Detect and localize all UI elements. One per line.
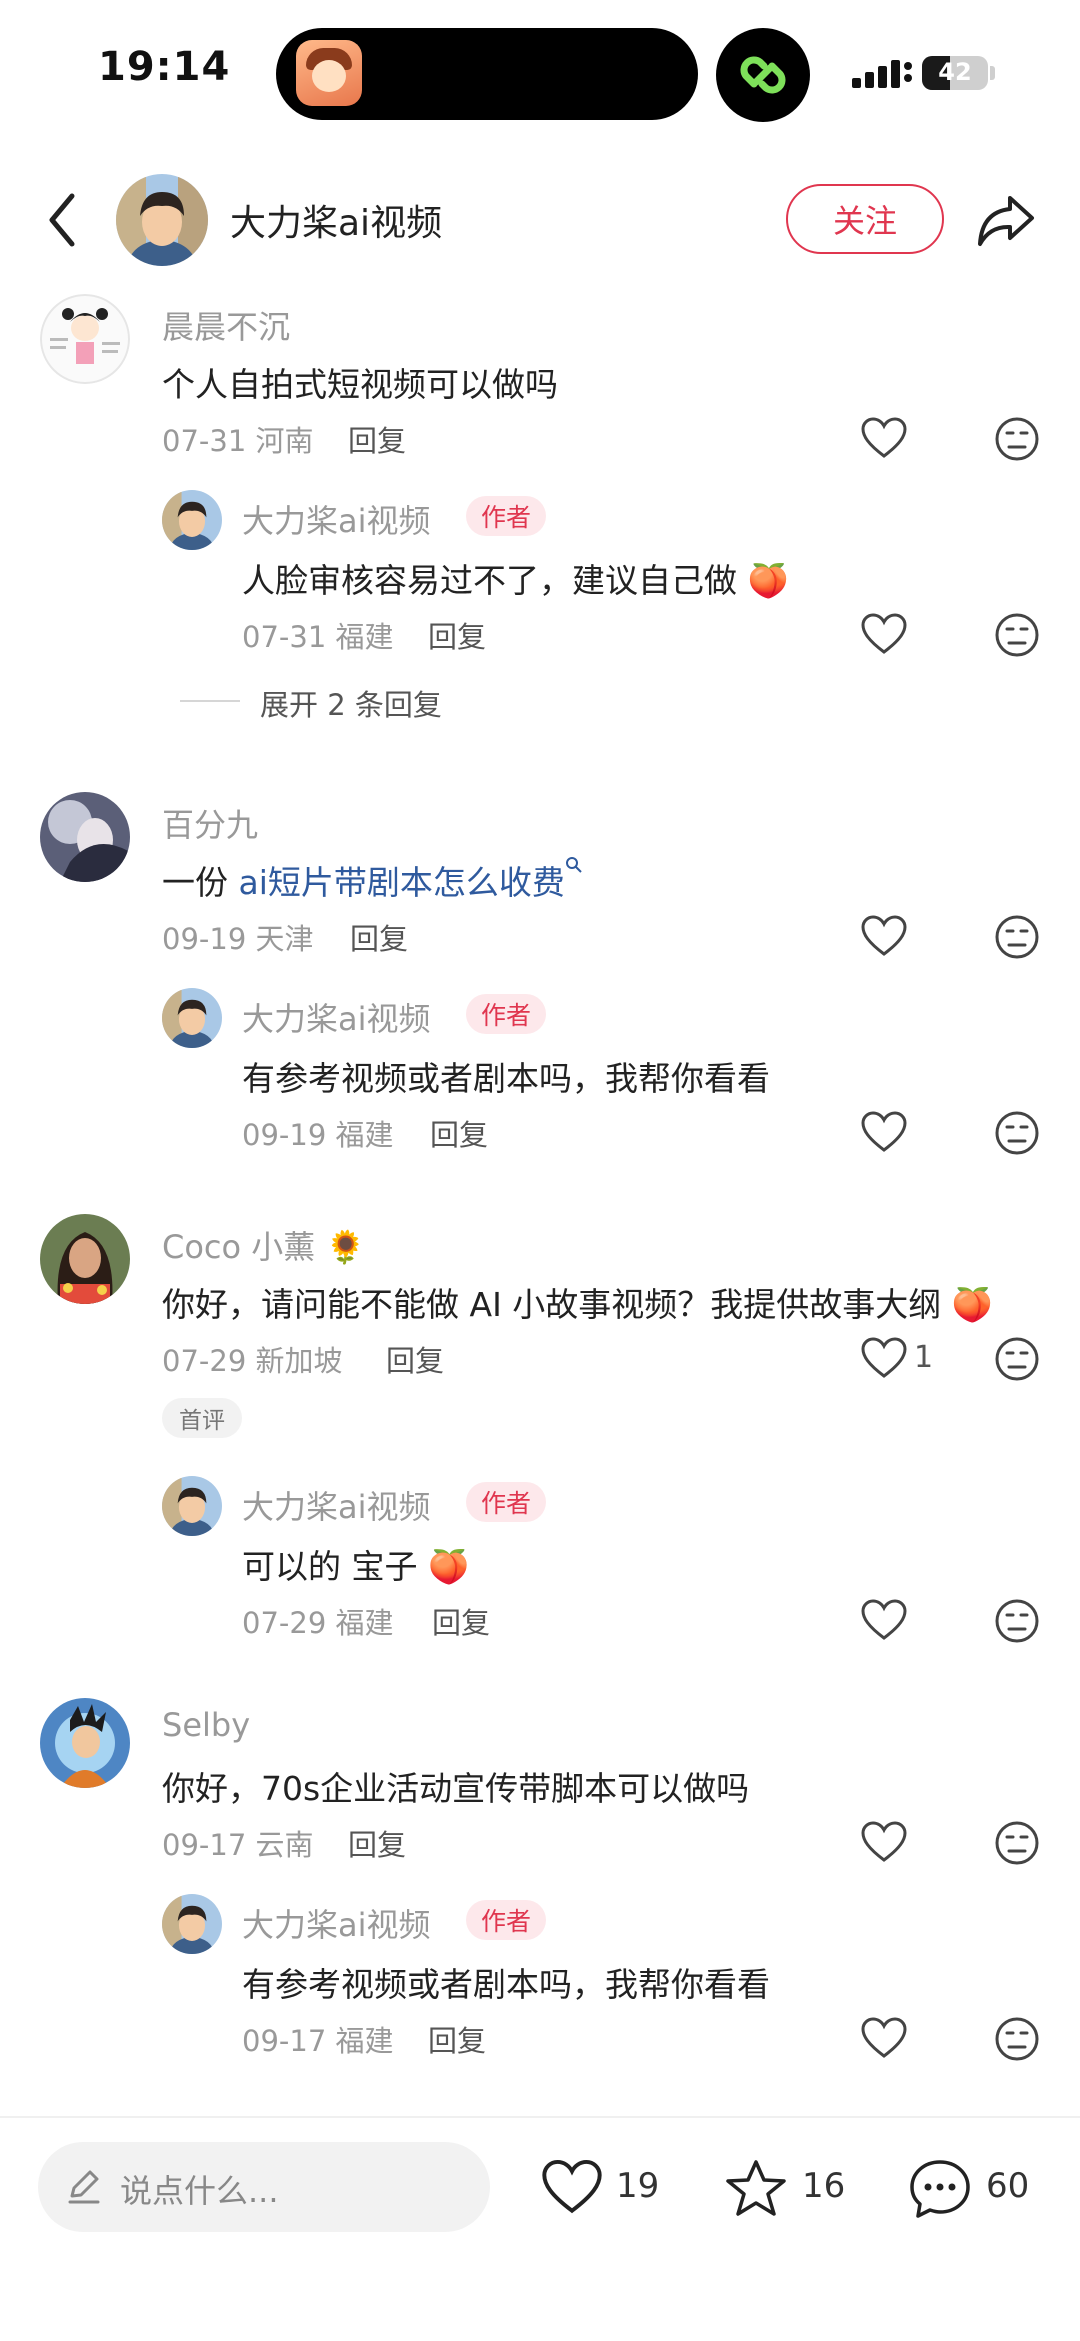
- signal-icon: [852, 60, 912, 88]
- reply-author-name[interactable]: 大力桨ai视频: [242, 1900, 431, 1946]
- dislike-icon[interactable]: [994, 1336, 1040, 1382]
- reply-author-name[interactable]: 大力桨ai视频: [242, 994, 431, 1040]
- reply-author-avatar[interactable]: [162, 1894, 222, 1954]
- reply-text[interactable]: 人脸审核容易过不了，建议自己做 🍑: [242, 554, 789, 602]
- reply-author-avatar[interactable]: [162, 988, 222, 1048]
- reply-text[interactable]: 有参考视频或者剧本吗，我帮你看看: [242, 1052, 770, 1100]
- star-stat[interactable]: 16: [724, 2142, 854, 2232]
- share-icon[interactable]: [974, 190, 1038, 250]
- heart-icon[interactable]: [860, 1820, 908, 1864]
- heart-icon[interactable]: [540, 2158, 604, 2216]
- battery-level: 42: [938, 58, 972, 86]
- dislike-icon[interactable]: [994, 914, 1040, 960]
- star-icon[interactable]: [724, 2158, 788, 2218]
- reply-meta: 07-29 福建: [242, 1606, 394, 1640]
- author-badge: 作者: [466, 1900, 546, 1940]
- comment-icon[interactable]: [908, 2158, 972, 2220]
- reply-text[interactable]: 有参考视频或者剧本吗，我帮你看看: [242, 1958, 770, 2006]
- emoji-icon: 🍑: [737, 561, 789, 600]
- follow-button[interactable]: 关注: [786, 184, 944, 254]
- first-comment-tag: 首评: [162, 1398, 242, 1438]
- heart-icon[interactable]: [860, 612, 908, 656]
- reply-meta: 09-19 福建: [242, 1118, 394, 1152]
- comment-stat[interactable]: 60: [908, 2142, 1048, 2232]
- reply-button[interactable]: 回复: [428, 614, 486, 656]
- heart-icon[interactable]: [860, 2016, 908, 2060]
- dislike-icon[interactable]: [994, 612, 1040, 658]
- reply-author-name[interactable]: 大力桨ai视频: [242, 1482, 431, 1528]
- expand-divider: [180, 700, 240, 702]
- comment-text[interactable]: 个人自拍式短视频可以做吗: [162, 358, 558, 406]
- dislike-icon[interactable]: [994, 416, 1040, 462]
- star-count: 16: [802, 2166, 846, 2206]
- commenter-avatar[interactable]: [40, 792, 130, 882]
- emoji-icon: 🍑: [941, 1285, 993, 1324]
- status-bar: 19:14 42: [0, 0, 1080, 140]
- like-count: 19: [616, 2166, 660, 2206]
- heart-icon[interactable]: [860, 1336, 908, 1380]
- dislike-icon[interactable]: [994, 1110, 1040, 1156]
- reply-button[interactable]: 回复: [348, 418, 406, 460]
- dislike-icon[interactable]: [994, 1820, 1040, 1866]
- sunflower-icon: 🌻: [315, 1228, 366, 1266]
- dislike-icon[interactable]: [994, 1598, 1040, 1644]
- threads-app-icon[interactable]: [716, 28, 810, 122]
- reply-text[interactable]: 可以的 宝子 🍑: [242, 1540, 469, 1588]
- reply-button[interactable]: 回复: [428, 2018, 486, 2060]
- back-icon[interactable]: [38, 188, 86, 252]
- reply-button[interactable]: 回复: [348, 1822, 406, 1864]
- author-badge: 作者: [466, 496, 546, 536]
- comment-meta: 07-31 河南: [162, 424, 314, 458]
- like-count: 1: [914, 1340, 934, 1375]
- pencil-icon: [68, 2170, 100, 2204]
- comment-text[interactable]: 你好，70s企业活动宣传带脚本可以做吗: [162, 1762, 749, 1810]
- status-time: 19:14: [98, 44, 231, 90]
- commenter-name[interactable]: 晨晨不沉: [162, 302, 290, 348]
- live-activity-app-icon[interactable]: [296, 40, 362, 106]
- dynamic-island[interactable]: [276, 28, 698, 120]
- author-badge: 作者: [466, 1482, 546, 1522]
- battery-nub: [990, 66, 995, 80]
- reply-button[interactable]: 回复: [432, 1600, 490, 1642]
- comment-meta: 07-29 新加坡: [162, 1344, 343, 1378]
- reply-button[interactable]: 回复: [386, 1338, 444, 1380]
- heart-icon[interactable]: [860, 1110, 908, 1154]
- commenter-name[interactable]: Selby: [162, 1706, 250, 1744]
- reply-meta: 09-17 福建: [242, 2024, 394, 2058]
- author-badge: 作者: [466, 994, 546, 1034]
- comment-text[interactable]: 你好，请问能不能做 AI 小故事视频？我提供故事大纲 🍑: [162, 1278, 993, 1326]
- author-avatar[interactable]: [116, 174, 208, 266]
- reply-button[interactable]: 回复: [350, 916, 408, 958]
- bottom-divider: [0, 2116, 1080, 2118]
- search-link[interactable]: ai短片带剧本怎么收费: [239, 863, 565, 902]
- comment-input[interactable]: 说点什么...: [38, 2142, 490, 2232]
- commenter-name[interactable]: 百分九: [162, 800, 258, 846]
- author-name[interactable]: 大力桨ai视频: [230, 194, 442, 246]
- reply-button[interactable]: 回复: [430, 1112, 488, 1154]
- battery-indicator: 42: [922, 56, 988, 90]
- commenter-avatar[interactable]: [40, 1698, 130, 1788]
- reply-author-avatar[interactable]: [162, 490, 222, 550]
- comment-meta: 09-19 天津: [162, 922, 314, 956]
- reply-author-avatar[interactable]: [162, 1476, 222, 1536]
- dislike-icon[interactable]: [994, 2016, 1040, 2062]
- heart-icon[interactable]: [860, 914, 908, 958]
- emoji-icon: 🍑: [417, 1547, 470, 1586]
- comment-text[interactable]: 一份 ai短片带剧本怎么收费: [162, 856, 583, 904]
- comment-meta: 09-17 云南: [162, 1828, 314, 1862]
- reply-author-name[interactable]: 大力桨ai视频: [242, 496, 431, 542]
- like-stat[interactable]: 19: [540, 2142, 660, 2232]
- heart-icon[interactable]: [860, 1598, 908, 1642]
- commenter-avatar[interactable]: [40, 294, 130, 384]
- comment-count: 60: [986, 2166, 1030, 2206]
- commenter-name[interactable]: Coco 小薰 🌻: [162, 1222, 365, 1268]
- header: 大力桨ai视频 关注: [0, 160, 1080, 280]
- heart-icon[interactable]: [860, 416, 908, 460]
- expand-replies-button[interactable]: 展开 2 条回复: [260, 682, 442, 724]
- comment-input-placeholder: 说点什么...: [120, 2172, 279, 2210]
- commenter-avatar[interactable]: [40, 1214, 130, 1304]
- search-icon[interactable]: [565, 856, 583, 874]
- reply-meta: 07-31 福建: [242, 620, 394, 654]
